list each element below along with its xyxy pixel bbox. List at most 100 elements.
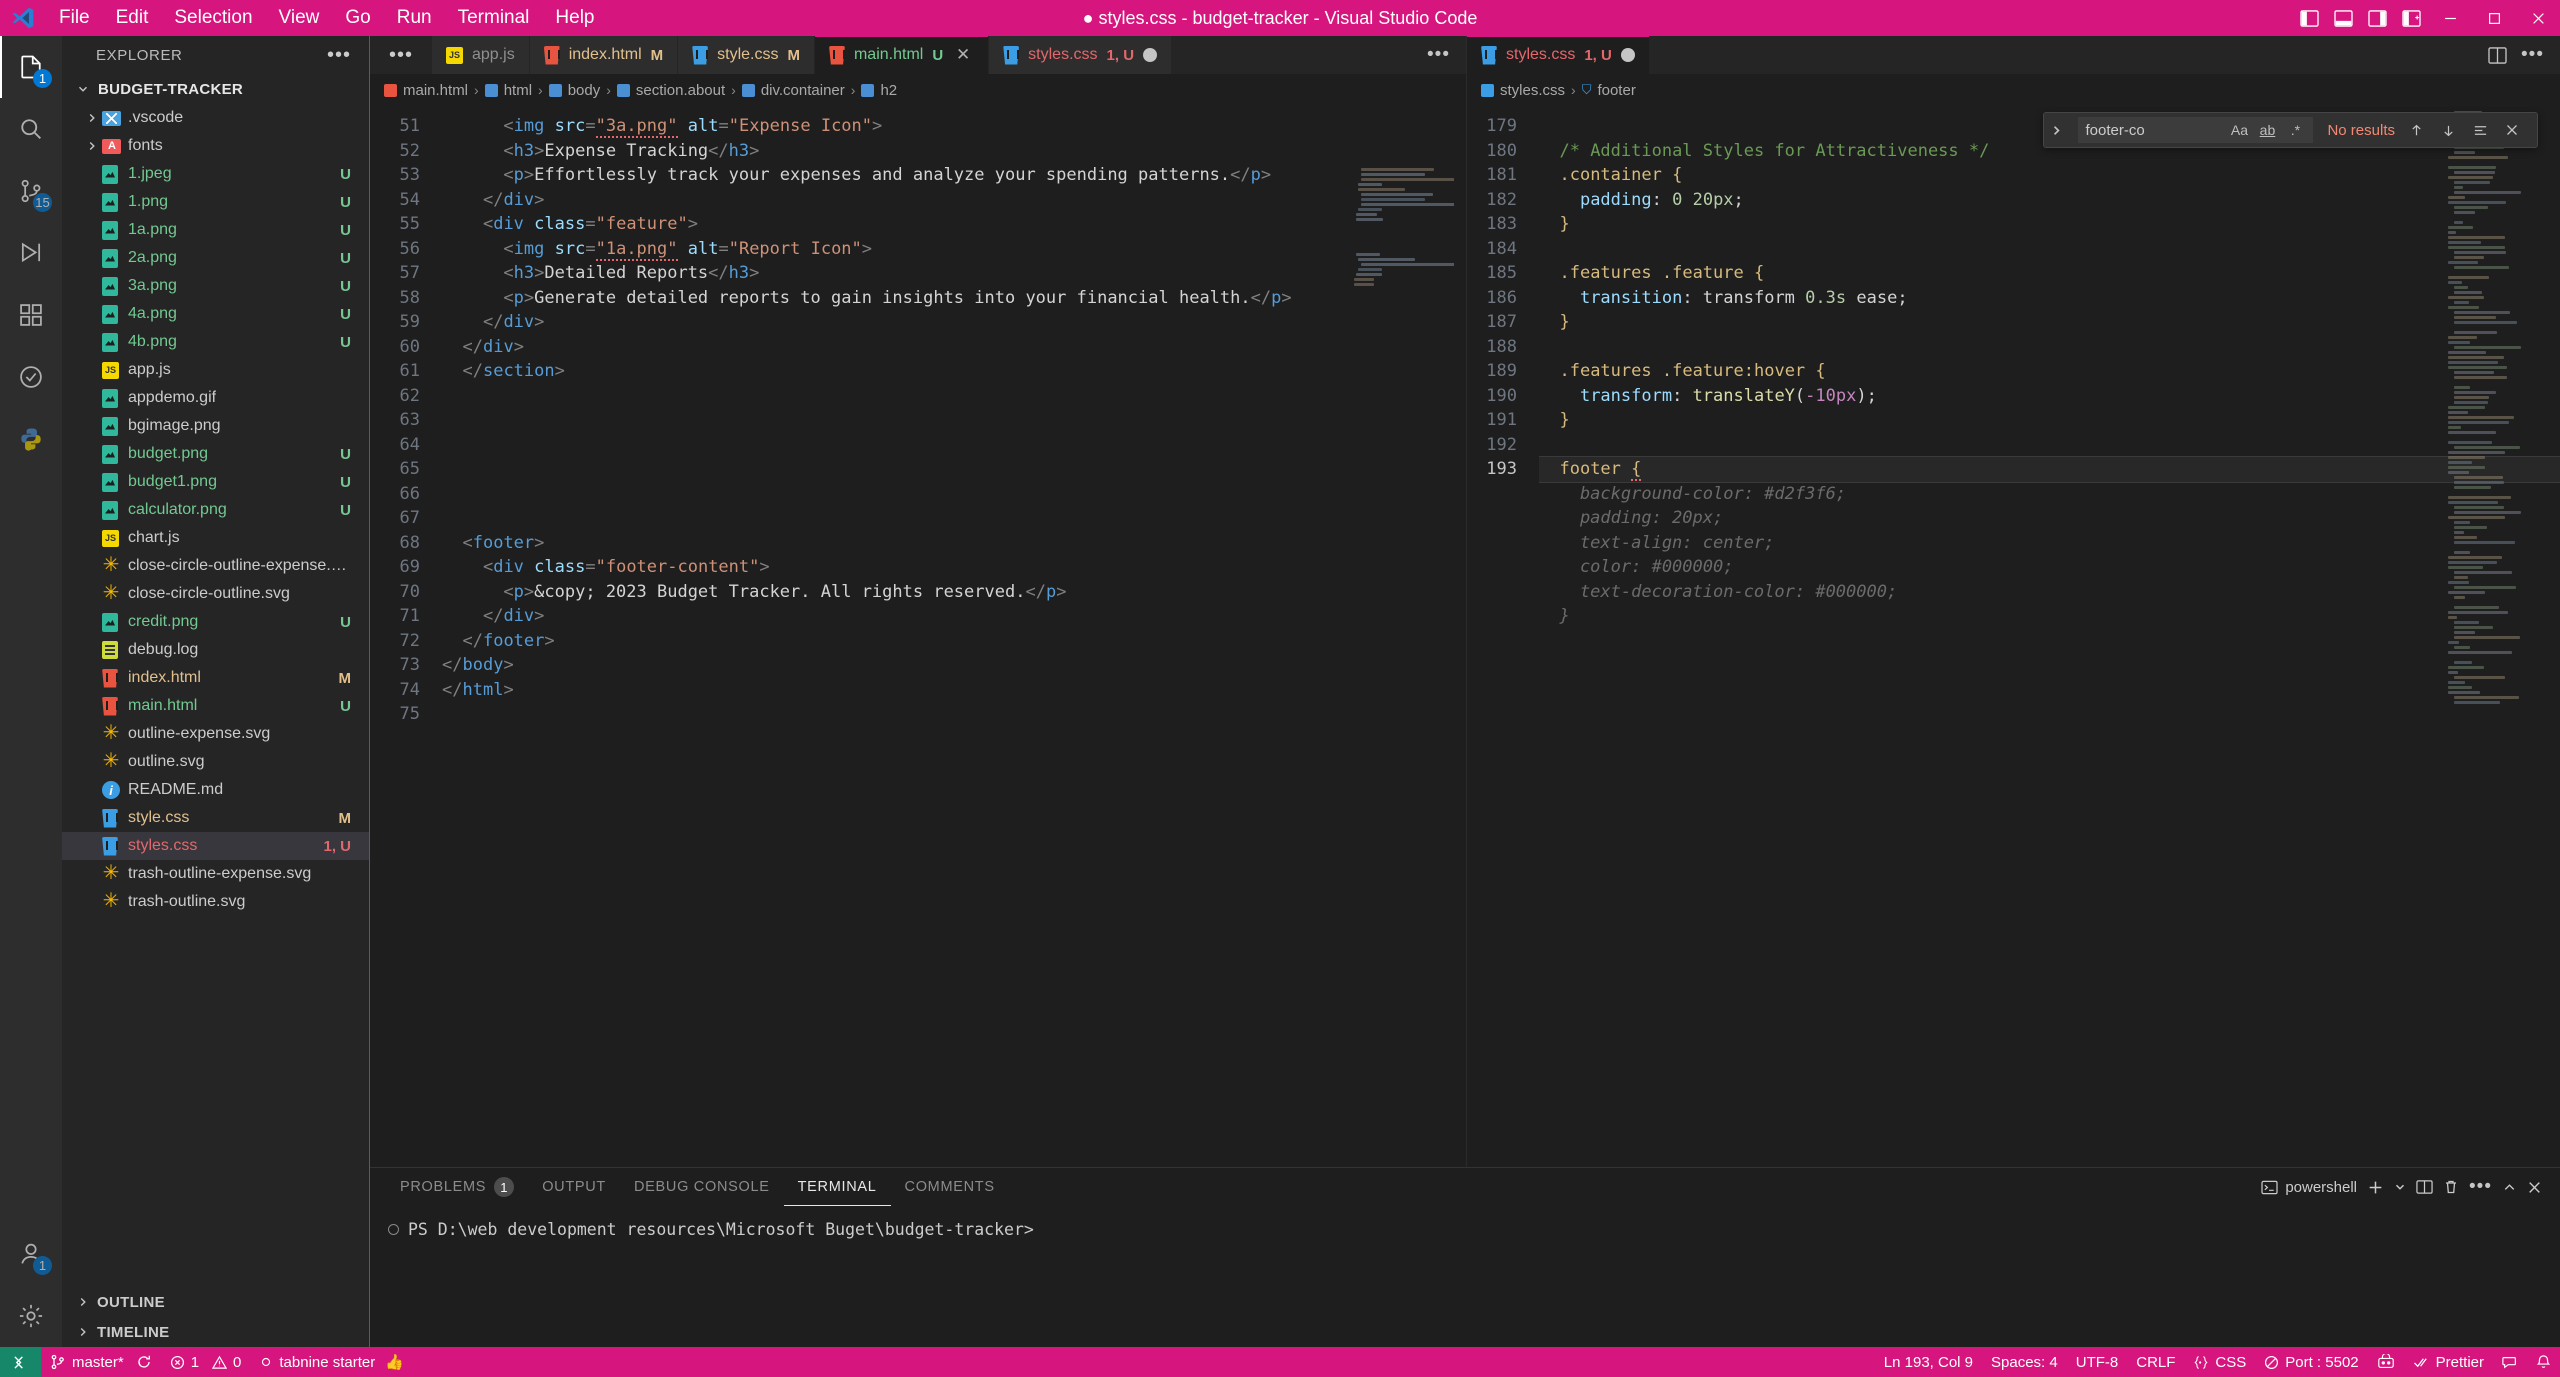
code-line[interactable]: <div class="feature"> <box>442 212 1466 237</box>
status-gitlens[interactable] <box>2368 1347 2404 1377</box>
file-tree-row[interactable]: ✳trash-outline.svg <box>62 888 369 916</box>
status-problems[interactable]: 1 0 <box>161 1347 251 1377</box>
maximize-window-button[interactable] <box>2472 0 2516 36</box>
customize-layout-icon[interactable] <box>2394 0 2428 36</box>
file-tree-row[interactable]: fonts <box>62 132 369 160</box>
code-line[interactable] <box>442 457 1466 482</box>
code-line[interactable]: </div> <box>442 604 1466 629</box>
code-line[interactable]: <img src="1a.png" alt="Report Icon"> <box>442 237 1466 262</box>
editor-more-actions-icon[interactable]: ••• <box>2521 51 2544 59</box>
status-tabnine[interactable]: tabnine starter 👍 <box>250 1347 413 1377</box>
file-tree-row[interactable]: index.htmlM <box>62 664 369 692</box>
status-live-server-port[interactable]: Port : 5502 <box>2255 1347 2367 1377</box>
file-tree-row[interactable]: app.js <box>62 356 369 384</box>
close-panel-icon[interactable] <box>2527 1180 2542 1195</box>
maximize-panel-icon[interactable] <box>2502 1180 2517 1195</box>
breadcrumb-symbol-body[interactable]: body <box>549 82 601 99</box>
code-line[interactable] <box>442 384 1466 409</box>
match-case-icon[interactable]: Aa <box>2228 122 2250 138</box>
file-tree-row[interactable]: chart.js <box>62 524 369 552</box>
code-line[interactable]: </div> <box>442 188 1466 213</box>
file-tree-row[interactable]: calculator.pngU <box>62 496 369 524</box>
toggle-replace-chevron-icon[interactable] <box>2050 124 2072 137</box>
code-editor-left[interactable]: 5152535455565758596061626364656667686970… <box>370 106 1466 1167</box>
code-line[interactable]: <h3>Detailed Reports</h3> <box>442 261 1466 286</box>
menu-edit[interactable]: Edit <box>103 4 162 32</box>
match-whole-word-icon[interactable]: ab <box>2256 122 2278 138</box>
minimap-left[interactable] <box>1354 106 1454 1167</box>
editor-tab[interactable]: app.js <box>432 36 530 74</box>
find-widget[interactable]: footer-co Aa ab .* No results <box>2043 112 2538 148</box>
file-tree-row[interactable]: ✳close-circle-outline.svg <box>62 580 369 608</box>
code-line[interactable]: <footer> <box>442 531 1466 556</box>
code-line[interactable]: } <box>1539 310 2560 335</box>
activity-testing[interactable] <box>0 346 62 408</box>
panel-tab-comments[interactable]: COMMENTS <box>891 1168 1009 1206</box>
breadcrumb-left[interactable]: main.html › html › body › <box>370 74 1466 106</box>
sidebar-more-actions-icon[interactable]: ••• <box>327 50 351 60</box>
activity-source-control[interactable]: 15 <box>0 160 62 222</box>
code-line[interactable]: <h3>Expense Tracking</h3> <box>442 139 1466 164</box>
menu-go[interactable]: Go <box>332 4 383 32</box>
code-line[interactable] <box>442 408 1466 433</box>
terminal-shell-selector[interactable]: powershell <box>2261 1179 2357 1196</box>
file-tree-row[interactable]: budget1.pngU <box>62 468 369 496</box>
code-line[interactable]: transform: translateY(-10px); <box>1539 384 2560 409</box>
file-tree-row[interactable]: README.md <box>62 776 369 804</box>
kill-terminal-icon[interactable] <box>2443 1179 2459 1195</box>
code-line[interactable]: </div> <box>442 310 1466 335</box>
code-line[interactable]: <img src="3a.png" alt="Expense Icon"> <box>442 114 1466 139</box>
sidebar-section-outline[interactable]: OUTLINE <box>62 1287 369 1317</box>
code-line[interactable] <box>1539 237 2560 262</box>
file-tree-row[interactable]: ✳close-circle-outline-expense.svg <box>62 552 369 580</box>
code-line[interactable]: </html> <box>442 678 1466 703</box>
workspace-root-row[interactable]: BUDGET-TRACKER <box>62 74 369 104</box>
activity-accounts[interactable]: 1 <box>0 1223 62 1285</box>
breadcrumb-symbol-footer[interactable]: ⛉ footer <box>1582 82 1636 99</box>
breadcrumb-file[interactable]: styles.css <box>1481 82 1565 99</box>
close-find-icon[interactable] <box>2505 123 2531 137</box>
file-tree-row[interactable]: 2a.pngU <box>62 244 369 272</box>
find-input[interactable]: footer-co Aa ab .* <box>2078 117 2313 143</box>
panel-tab-terminal[interactable]: TERMINAL <box>784 1168 891 1206</box>
status-branch[interactable]: master* <box>41 1347 161 1377</box>
file-tree-row[interactable]: credit.pngU <box>62 608 369 636</box>
status-prettier[interactable]: Prettier <box>2404 1347 2493 1377</box>
file-tree-row[interactable]: .vscode <box>62 104 369 132</box>
panel-tab-debug-console[interactable]: DEBUG CONSOLE <box>620 1168 784 1206</box>
panel-tab-output[interactable]: OUTPUT <box>528 1168 620 1206</box>
code-line[interactable] <box>442 702 1466 727</box>
editor-tab[interactable]: style.cssM <box>678 36 815 74</box>
status-language-mode[interactable]: CSS <box>2184 1347 2255 1377</box>
code-line[interactable]: .features .feature { <box>1539 261 2560 286</box>
breadcrumb-symbol-section[interactable]: section.about <box>617 82 725 99</box>
status-notifications[interactable] <box>2527 1347 2560 1377</box>
split-editor-icon[interactable] <box>2488 47 2507 64</box>
sync-icon[interactable] <box>136 1354 152 1370</box>
breadcrumb-symbol-div[interactable]: div.container <box>742 82 845 99</box>
status-eol[interactable]: CRLF <box>2127 1347 2184 1377</box>
breadcrumb-symbol-html[interactable]: html <box>485 82 532 99</box>
file-tree-row[interactable]: main.htmlU <box>62 692 369 720</box>
status-encoding[interactable]: UTF-8 <box>2067 1347 2128 1377</box>
code-line[interactable]: </div> <box>442 335 1466 360</box>
code-line[interactable]: } <box>1539 212 2560 237</box>
breadcrumb-file[interactable]: main.html <box>384 82 468 99</box>
new-terminal-icon[interactable] <box>2367 1179 2384 1196</box>
code-line[interactable]: .container { <box>1539 163 2560 188</box>
panel-more-actions-icon[interactable]: ••• <box>2469 1183 2492 1191</box>
code-content-left[interactable]: <img src="3a.png" alt="Expense Icon"> <h… <box>442 106 1466 1167</box>
close-window-button[interactable] <box>2516 0 2560 36</box>
code-line[interactable] <box>442 433 1466 458</box>
activity-settings[interactable] <box>0 1285 62 1347</box>
code-line[interactable] <box>442 482 1466 507</box>
terminal-body[interactable]: PS D:\web development resources\Microsof… <box>370 1206 2560 1347</box>
file-tree-row[interactable]: budget.pngU <box>62 440 369 468</box>
code-line[interactable]: </body> <box>442 653 1466 678</box>
code-content-right[interactable]: /* Additional Styles for Attractiveness … <box>1539 106 2560 1167</box>
code-line[interactable] <box>1539 433 2560 458</box>
activity-python[interactable] <box>0 408 62 470</box>
file-tree-row[interactable]: ✳trash-outline-expense.svg <box>62 860 369 888</box>
editor-tab[interactable]: index.htmlM <box>530 36 678 74</box>
file-tree-row[interactable]: ✳outline-expense.svg <box>62 720 369 748</box>
